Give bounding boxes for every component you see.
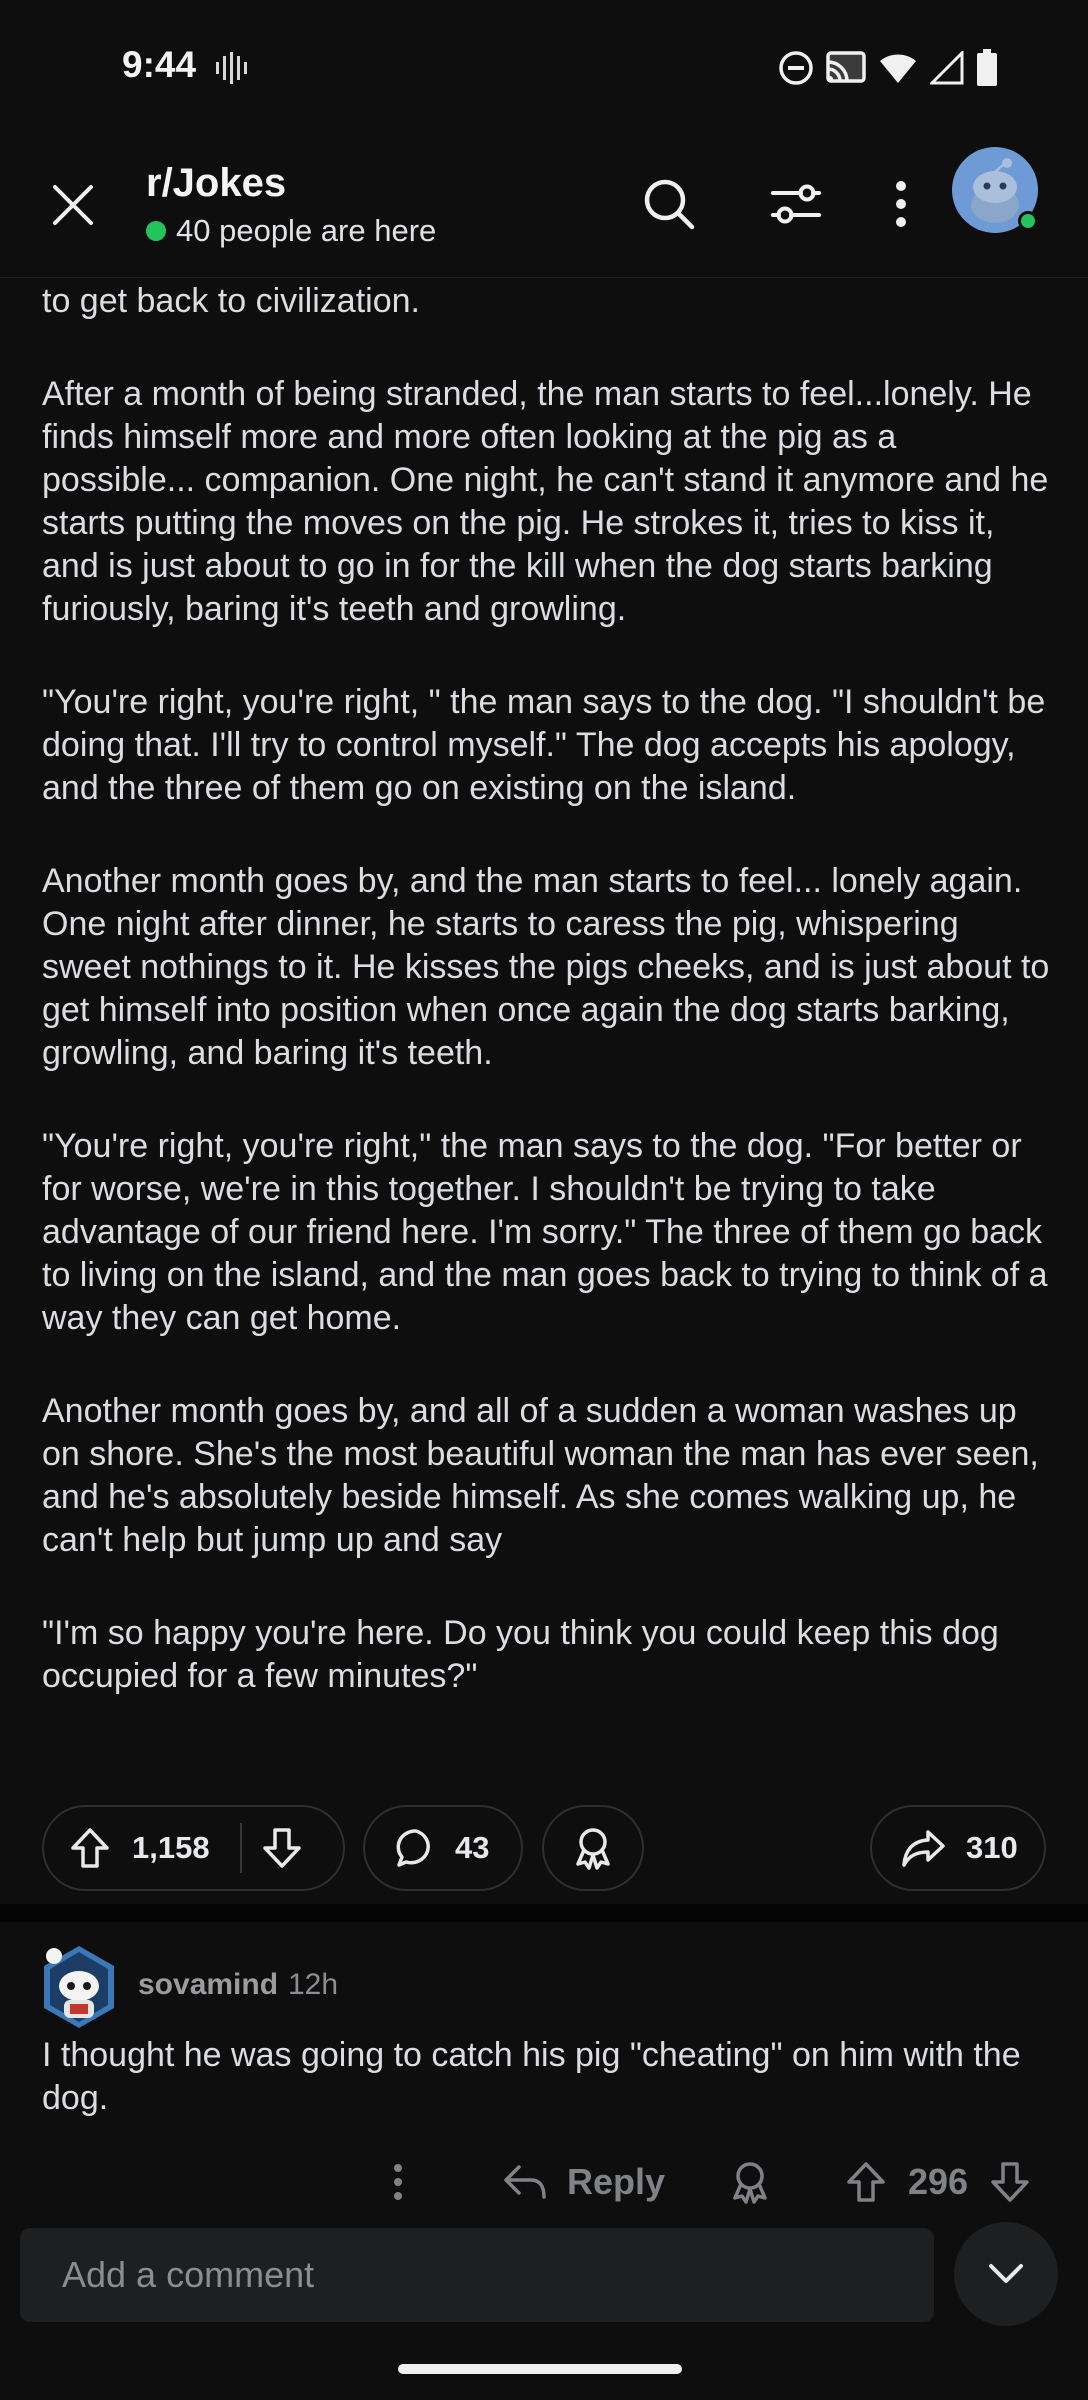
avatar-online-indicator <box>1018 211 1038 231</box>
add-comment-input[interactable] <box>20 2228 934 2322</box>
wifi-icon <box>880 54 916 83</box>
share-arrow-icon <box>902 1830 945 1867</box>
share-count: 310 <box>966 1830 1018 1865</box>
comment-text: I thought he was going to catch his pig … <box>42 2036 1021 2117</box>
search-icon <box>644 179 695 230</box>
vote-pill: 1,158 <box>42 1805 345 1891</box>
status-bar: 9:44 <box>0 0 1088 135</box>
comment-award-button[interactable] <box>730 2152 770 2212</box>
close-icon <box>53 185 93 225</box>
top-app-bar: r/Jokes 40 people are here <box>0 135 1088 278</box>
collapse-comments-button[interactable] <box>954 2222 1058 2326</box>
home-indicator[interactable] <box>398 2364 682 2374</box>
status-time: 9:44 <box>122 44 197 85</box>
comment-upvote-button[interactable] <box>846 2161 886 2203</box>
award-icon <box>733 2162 767 2204</box>
signal-icon <box>930 51 964 85</box>
more-options-button[interactable] <box>866 169 936 239</box>
comment-actions: Reply 296 <box>0 2152 1088 2212</box>
commenter-avatar[interactable] <box>38 1942 120 2032</box>
filter-icon <box>771 184 821 224</box>
award-button[interactable] <box>542 1805 644 1891</box>
comment-downvote-button[interactable] <box>990 2161 1030 2203</box>
post-paragraph: "You're right, you're right," the man sa… <box>42 1127 1048 1337</box>
upvote-count: 1,158 <box>132 1830 210 1865</box>
comment: sovamind 12h I thought he was going to c… <box>0 1922 1088 2222</box>
post-paragraph: Another month goes by, and the man start… <box>42 862 1050 1072</box>
post-body: to get back to civilization. After a mon… <box>42 280 1052 1748</box>
comment-vote: 296 <box>846 2152 1030 2212</box>
more-vertical-icon <box>896 181 906 227</box>
section-divider <box>0 1904 1088 1922</box>
upvote-arrow-icon <box>847 2162 885 2202</box>
comment-more-button[interactable] <box>378 2152 418 2212</box>
close-button[interactable] <box>40 172 106 238</box>
cast-icon <box>826 51 866 83</box>
downvote-arrow-icon <box>991 2162 1029 2202</box>
status-icons <box>778 48 998 88</box>
more-vertical-icon <box>394 2164 402 2200</box>
post-paragraph: Another month goes by, and all of a sudd… <box>42 1392 1039 1559</box>
upvote-arrow-icon <box>71 1828 109 1868</box>
post-paragraph: to get back to civilization. <box>42 282 420 320</box>
vote-separator <box>239 1823 242 1873</box>
search-button[interactable] <box>634 169 704 239</box>
battery-icon <box>977 49 997 86</box>
downvote-button[interactable] <box>262 1827 302 1869</box>
chevron-down-icon <box>989 2264 1023 2283</box>
comment-score: 296 <box>908 2161 969 2202</box>
share-button[interactable]: 310 <box>870 1805 1046 1891</box>
post-paragraph: After a month of being stranded, the man… <box>42 375 1049 628</box>
dnd-icon <box>779 51 813 85</box>
online-count: 40 people are here <box>146 213 436 249</box>
comment-bubble-icon <box>396 1829 430 1867</box>
comment-timestamp: 12h <box>288 1968 339 2001</box>
online-dot <box>146 221 166 241</box>
subreddit-name[interactable]: r/Jokes <box>146 161 286 206</box>
snoo-avatar-icon <box>44 1946 114 2028</box>
post-paragraph: "I'm so happy you're here. Do you think … <box>42 1614 999 1695</box>
post-actions: 1,158 43 310 <box>42 1805 1046 1891</box>
filter-button[interactable] <box>761 169 831 239</box>
reply-button[interactable]: Reply <box>503 2152 665 2212</box>
comment-username[interactable]: sovamind <box>138 1968 278 2002</box>
downvote-arrow-icon <box>262 1828 301 1868</box>
online-count-label: 40 people are here <box>176 213 437 248</box>
reply-arrow-icon <box>504 2165 546 2199</box>
vibrate-icon <box>216 52 247 84</box>
comment-count: 43 <box>455 1830 490 1865</box>
comment-composer <box>0 2210 1088 2400</box>
award-icon <box>576 1828 610 1870</box>
post-paragraph: "You're right, you're right, " the man s… <box>42 683 1046 807</box>
comments-button[interactable]: 43 <box>363 1805 523 1891</box>
reply-label: Reply <box>567 2161 666 2202</box>
upvote-button[interactable] <box>70 1827 110 1869</box>
